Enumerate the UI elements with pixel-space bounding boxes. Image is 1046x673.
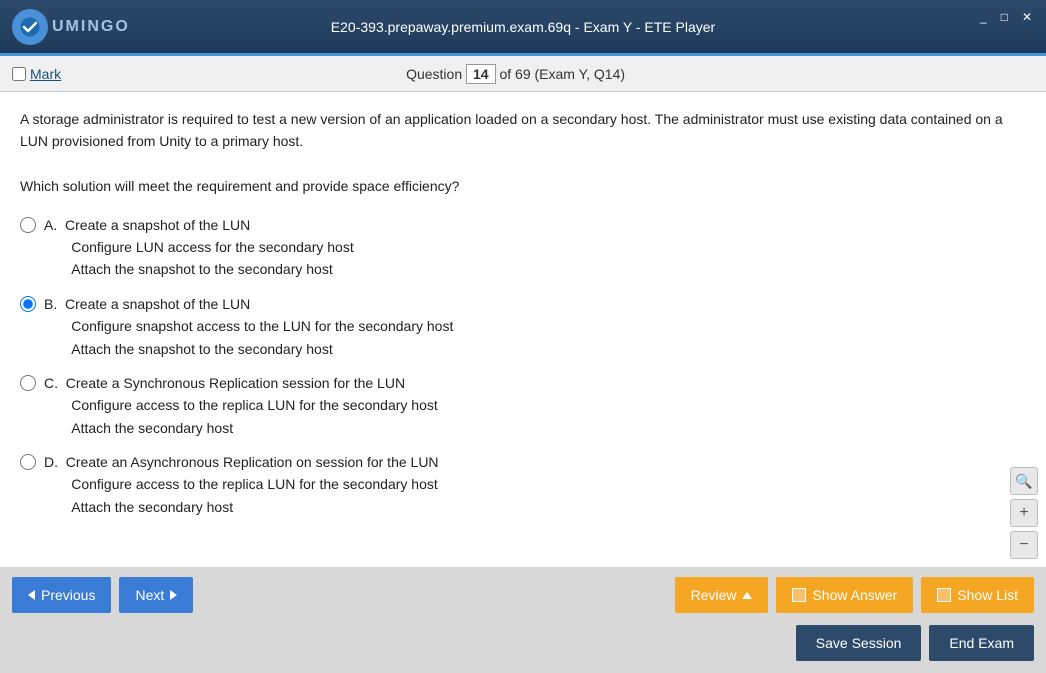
option-d-radio[interactable] <box>20 454 36 470</box>
question-total: of 69 (Exam Y, Q14) <box>499 66 625 82</box>
mark-label: Mark <box>30 66 61 82</box>
logo-text: UMINGO <box>52 18 130 36</box>
bottom-bar: Previous Next Review Show Answer Show Li… <box>0 567 1046 673</box>
option-d-label: D. Create an Asynchronous Replication on… <box>44 451 439 518</box>
option-a-radio[interactable] <box>20 217 36 233</box>
show-list-checkbox-icon <box>937 588 951 602</box>
minimize-button[interactable]: _ <box>974 8 993 26</box>
question-text-1: A storage administrator is required to t… <box>20 108 1026 153</box>
mark-checkbox[interactable]: Mark <box>12 66 61 82</box>
save-session-button[interactable]: Save Session <box>796 625 922 661</box>
question-label: Question <box>406 66 462 82</box>
option-a-text: A. Create a snapshot of the LUN Configur… <box>44 217 354 278</box>
zoom-out-button[interactable]: − <box>1010 531 1038 559</box>
review-button[interactable]: Review <box>675 577 769 613</box>
show-answer-label: Show Answer <box>812 587 897 603</box>
window-title: E20-393.prepaway.premium.exam.69q - Exam… <box>331 19 715 35</box>
option-c-label: C. Create a Synchronous Replication sess… <box>44 372 438 439</box>
show-list-label: Show List <box>957 587 1018 603</box>
options-list: A. Create a snapshot of the LUN Configur… <box>20 214 1026 519</box>
logo: UMINGO <box>12 9 130 45</box>
question-text-block: A storage administrator is required to t… <box>20 108 1026 198</box>
zoom-in-button[interactable]: + <box>1010 499 1038 527</box>
review-arrow-icon <box>742 592 752 599</box>
window-controls[interactable]: _ □ ✕ <box>974 8 1038 26</box>
option-a-label: A. Create a snapshot of the LUN Configur… <box>44 214 354 281</box>
title-bar: UMINGO E20-393.prepaway.premium.exam.69q… <box>0 0 1046 56</box>
review-label: Review <box>691 587 737 603</box>
question-info: Question 14 of 69 (Exam Y, Q14) <box>406 64 625 84</box>
logo-icon <box>12 9 48 45</box>
mark-checkbox-input[interactable] <box>12 67 26 81</box>
option-d-text: D. Create an Asynchronous Replication on… <box>44 454 439 515</box>
close-button[interactable]: ✕ <box>1016 8 1038 26</box>
option-c[interactable]: C. Create a Synchronous Replication sess… <box>20 372 1026 439</box>
show-answer-checkbox-icon <box>792 588 806 602</box>
previous-button[interactable]: Previous <box>12 577 111 613</box>
action-row: Save Session End Exam <box>12 623 1034 663</box>
end-exam-label: End Exam <box>949 635 1014 651</box>
option-b-text: B. Create a snapshot of the LUN Configur… <box>44 296 453 357</box>
toolbar: Mark Question 14 of 69 (Exam Y, Q14) <box>0 56 1046 92</box>
search-button[interactable]: 🔍 <box>1010 467 1038 495</box>
question-text-2: Which solution will meet the requirement… <box>20 175 1026 197</box>
option-b-radio[interactable] <box>20 296 36 312</box>
previous-label: Previous <box>41 587 95 603</box>
option-b-label: B. Create a snapshot of the LUN Configur… <box>44 293 453 360</box>
next-label: Next <box>135 587 164 603</box>
restore-button[interactable]: □ <box>995 8 1014 26</box>
previous-arrow-icon <box>28 590 35 600</box>
show-list-button[interactable]: Show List <box>921 577 1034 613</box>
save-session-label: Save Session <box>816 635 902 651</box>
option-b[interactable]: B. Create a snapshot of the LUN Configur… <box>20 293 1026 360</box>
nav-row: Previous Next Review Show Answer Show Li… <box>12 575 1034 615</box>
end-exam-button[interactable]: End Exam <box>929 625 1034 661</box>
option-d[interactable]: D. Create an Asynchronous Replication on… <box>20 451 1026 518</box>
option-c-radio[interactable] <box>20 375 36 391</box>
option-a[interactable]: A. Create a snapshot of the LUN Configur… <box>20 214 1026 281</box>
content-area: A storage administrator is required to t… <box>0 92 1046 567</box>
show-answer-button[interactable]: Show Answer <box>776 577 913 613</box>
zoom-controls: 🔍 + − <box>1010 467 1038 559</box>
next-button[interactable]: Next <box>119 577 193 613</box>
next-arrow-icon <box>170 590 177 600</box>
option-c-text: C. Create a Synchronous Replication sess… <box>44 375 438 436</box>
question-number-box: 14 <box>466 64 496 84</box>
